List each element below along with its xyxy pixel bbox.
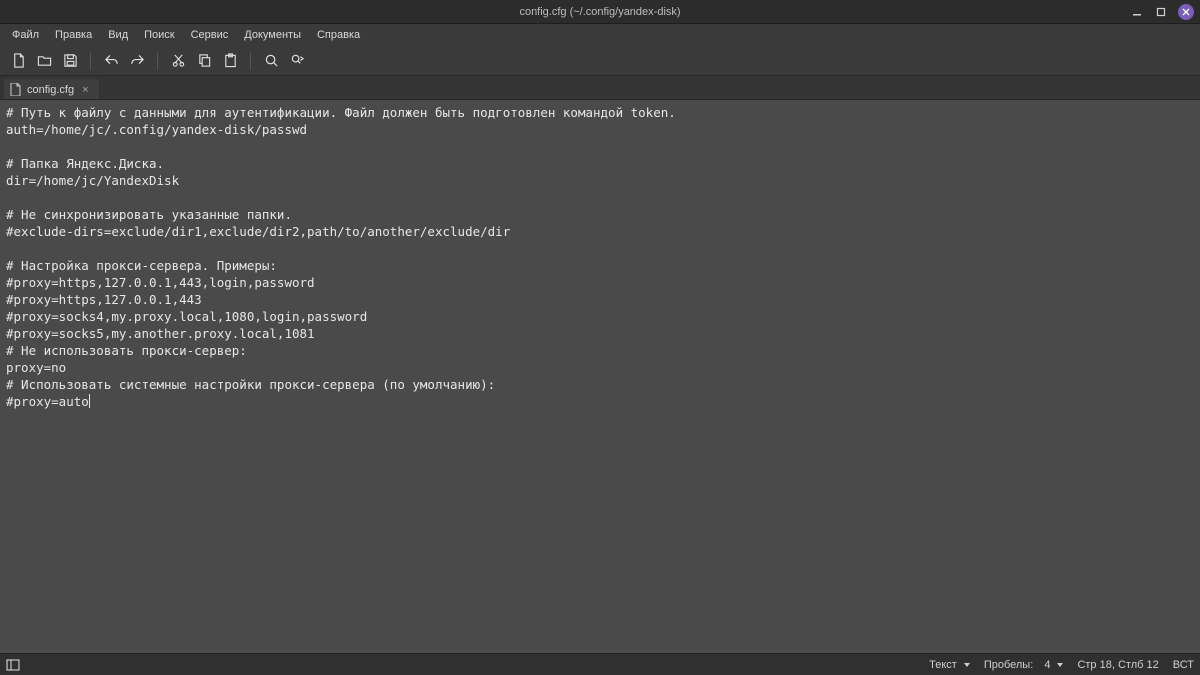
syntax-label: Текст xyxy=(929,659,957,671)
minimize-button[interactable] xyxy=(1130,5,1144,19)
file-icon xyxy=(10,83,21,96)
close-icon xyxy=(1182,8,1190,16)
menu-help[interactable]: Справка xyxy=(309,26,368,44)
menu-tools[interactable]: Сервис xyxy=(183,26,237,44)
open-button[interactable] xyxy=(32,49,56,73)
window-title: config.cfg (~/.config/yandex-disk) xyxy=(519,6,680,18)
menu-edit[interactable]: Правка xyxy=(47,26,100,44)
cut-icon xyxy=(171,53,186,68)
maximize-button[interactable] xyxy=(1154,5,1168,19)
tabwidth-label: Пробелы: xyxy=(984,659,1033,671)
find-button[interactable] xyxy=(259,49,283,73)
menubar: Файл Правка Вид Поиск Сервис Документы С… xyxy=(0,24,1200,46)
tab-config-cfg[interactable]: config.cfg × xyxy=(4,79,99,99)
menu-documents[interactable]: Документы xyxy=(236,26,309,44)
toolbar-separator xyxy=(157,52,158,70)
save-icon xyxy=(63,53,78,68)
search-icon xyxy=(264,53,279,68)
copy-button[interactable] xyxy=(192,49,216,73)
menu-search[interactable]: Поиск xyxy=(136,26,182,44)
redo-icon xyxy=(130,53,145,68)
statusbar: Текст Пробелы: 4 Стр 18, Стлб 12 ВСТ xyxy=(0,653,1200,675)
undo-button[interactable] xyxy=(99,49,123,73)
maximize-icon xyxy=(1156,7,1166,17)
toolbar-separator xyxy=(250,52,251,70)
menu-view[interactable]: Вид xyxy=(100,26,136,44)
new-file-button[interactable] xyxy=(6,49,30,73)
minimize-icon xyxy=(1132,7,1142,17)
copy-icon xyxy=(197,53,212,68)
titlebar: config.cfg (~/.config/yandex-disk) xyxy=(0,0,1200,24)
cut-button[interactable] xyxy=(166,49,190,73)
redo-button[interactable] xyxy=(125,49,149,73)
syntax-selector[interactable]: Текст xyxy=(929,659,970,671)
insert-mode[interactable]: ВСТ xyxy=(1173,659,1194,671)
undo-icon xyxy=(104,53,119,68)
editor-area[interactable]: # Путь к файлу с данными для аутентифика… xyxy=(0,100,1200,653)
toolbar-separator xyxy=(90,52,91,70)
tabbar: config.cfg × xyxy=(0,76,1200,100)
save-button[interactable] xyxy=(58,49,82,73)
find-replace-icon xyxy=(290,53,305,68)
paste-icon xyxy=(223,53,238,68)
side-panel-button[interactable] xyxy=(6,658,20,672)
find-replace-button[interactable] xyxy=(285,49,309,73)
panel-icon xyxy=(6,658,20,672)
open-icon xyxy=(37,53,52,68)
close-button[interactable] xyxy=(1178,4,1194,20)
tab-close-button[interactable]: × xyxy=(80,84,90,96)
tab-label: config.cfg xyxy=(27,84,74,96)
paste-button[interactable] xyxy=(218,49,242,73)
tabwidth-value: 4 xyxy=(1044,659,1050,671)
new-file-icon xyxy=(11,53,26,68)
cursor-position[interactable]: Стр 18, Стлб 12 xyxy=(1077,659,1158,671)
tab-width-selector[interactable]: Пробелы: 4 xyxy=(984,659,1064,671)
toolbar xyxy=(0,46,1200,76)
menu-file[interactable]: Файл xyxy=(4,26,47,44)
